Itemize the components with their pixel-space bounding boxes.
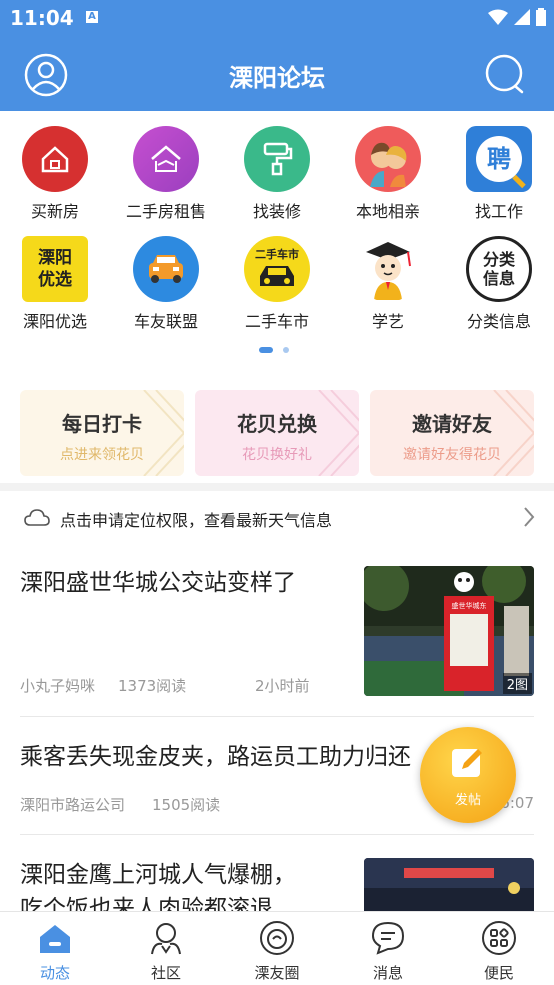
section-separator [0, 483, 554, 491]
bottom-tab-bar: 动态 社区 溧友圈 消息 便民 [0, 911, 554, 985]
grid-item-renovation[interactable]: 找装修 [222, 126, 332, 222]
grid-item-jobs[interactable]: 聘 找工作 [444, 126, 554, 222]
article-divider [20, 716, 534, 717]
daily-checkin-card[interactable]: 每日打卡 点进来领花贝 [20, 390, 184, 476]
article-thumbnail: 盛世华城东 2图 [364, 566, 534, 696]
invite-friends-card[interactable]: 邀请好友 邀请好友得花贝 [370, 390, 534, 476]
used-car-icon: 二手车市 [244, 236, 310, 302]
tab-dynamics[interactable]: 动态 [0, 912, 110, 985]
wifi-icon [488, 9, 508, 25]
edit-icon [452, 749, 482, 777]
article-title: 溧阳盛世华城公交站变样了 [20, 570, 296, 596]
handshake-house-icon [133, 126, 199, 192]
grid-item-label: 二手车市 [244, 312, 309, 331]
grid-pager [259, 347, 289, 353]
battery-icon [536, 8, 546, 26]
grid-item-dating[interactable]: 本地相亲 [333, 126, 443, 222]
signal-icon [514, 9, 530, 25]
grid-item-label: 找装修 [252, 202, 301, 221]
new-post-button[interactable]: 发帖 [420, 727, 516, 823]
pager-dot[interactable] [283, 347, 289, 353]
points-exchange-card[interactable]: 花贝兑换 花贝换好礼 [195, 390, 359, 476]
article-title: 溧阳金鹰上河城人气爆棚， [20, 862, 296, 888]
tab-label: 便民 [483, 964, 514, 982]
tab-community[interactable]: 社区 [111, 912, 221, 985]
home-icon [40, 925, 70, 953]
article-reads: 1373阅读 [118, 677, 187, 695]
grid-item-label: 分类信息 [466, 312, 531, 331]
status-bar: 11:04 A [0, 0, 554, 36]
house-icon [22, 126, 88, 192]
tab-label: 社区 [150, 964, 181, 982]
feature-cards: 每日打卡 点进来领花贝 花贝兑换 花贝换好礼 邀请好友 邀请好友得花贝 [20, 390, 554, 476]
system-icons [488, 8, 546, 26]
used-car-icon-text: 二手车市 [255, 248, 299, 261]
message-icon [371, 921, 405, 955]
article-thumbnail [364, 858, 534, 911]
grid-item-classifieds[interactable]: 分类信息 分类信息 [444, 236, 554, 332]
car-icon [133, 236, 199, 302]
paint-roller-icon [244, 126, 310, 192]
graduate-icon [355, 236, 421, 302]
grid-item-label: 买新房 [30, 202, 79, 221]
card-title: 每日打卡 [62, 412, 142, 436]
friends-circle-icon [260, 921, 294, 955]
tab-messages[interactable]: 消息 [333, 912, 443, 985]
article-item[interactable]: 溧阳金鹰上河城人气爆棚， 吃个饭也来人肉验都滚退 [20, 858, 534, 911]
card-subtitle: 点进来领花贝 [60, 447, 144, 463]
card-title: 花贝兑换 [237, 412, 317, 436]
services-icon [482, 921, 516, 955]
grid-item-label: 车友联盟 [133, 312, 198, 331]
article-title-line2: 吃个饭也来人肉验都滚退 [20, 896, 273, 911]
search-icon[interactable] [484, 53, 526, 95]
image-count-badge: 2图 [502, 673, 532, 694]
community-icon [151, 923, 181, 955]
grid-item-label: 溧阳优选 [22, 312, 87, 331]
grid-item-label: 找工作 [474, 202, 523, 221]
article-author: 小丸子妈咪 [20, 677, 96, 695]
grid-item-second-hand-house[interactable]: 二手房租售 [111, 126, 221, 222]
article-author: 溧阳市路运公司 [20, 796, 126, 814]
grid-item-label: 本地相亲 [355, 202, 420, 221]
grid-item-used-cars[interactable]: 二手车市 二手车市 [222, 236, 332, 332]
cloud-icon [24, 509, 50, 526]
article-reads: 1505阅读 [152, 796, 221, 814]
grid-item-car-club[interactable]: 车友联盟 [111, 236, 221, 332]
couple-icon [355, 126, 421, 192]
grid-item-label: 二手房租售 [125, 202, 206, 221]
recruit-icon: 聘 [466, 126, 532, 192]
notification-a-icon: A [86, 11, 98, 23]
liyang-select-icon: 溧阳优选 [22, 236, 88, 302]
new-post-label: 发帖 [454, 793, 481, 808]
tab-label: 消息 [372, 964, 403, 982]
article-divider [20, 834, 534, 835]
grid-item-liyang-select[interactable]: 溧阳优选 溧阳优选 [0, 236, 110, 332]
tab-label: 动态 [39, 964, 70, 982]
weather-row[interactable]: 点击申请定位权限，查看最新天气信息 [0, 491, 554, 543]
grid-item-learning[interactable]: 学艺 [333, 236, 443, 332]
grid-item-label: 学艺 [371, 312, 404, 331]
app-header: 溧阳论坛 [0, 36, 554, 111]
tab-services[interactable]: 便民 [444, 912, 554, 985]
card-subtitle: 花贝换好礼 [242, 447, 312, 463]
weather-text: 点击申请定位权限，查看最新天气信息 [60, 511, 333, 530]
pager-dot-active[interactable] [259, 347, 273, 353]
tab-label: 溧友圈 [254, 964, 300, 982]
grid-item-buy-house[interactable]: 买新房 [0, 126, 110, 222]
thumbnail-sign-text: 盛世华城东 [452, 601, 487, 610]
article-time: 2小时前 [255, 677, 310, 695]
classified-icon: 分类信息 [466, 236, 532, 302]
liyang-select-icon-text: 溧阳优选 [38, 248, 72, 290]
article-item[interactable]: 溧阳盛世华城公交站变样了 小丸子妈咪 1373阅读 2小时前 盛世华城东 2图 [20, 566, 534, 698]
card-subtitle: 邀请好友得花贝 [403, 447, 501, 463]
app-title: 溧阳论坛 [229, 64, 325, 92]
classified-icon-text: 分类信息 [482, 250, 515, 288]
tab-friends-circle[interactable]: 溧友圈 [222, 912, 332, 985]
status-time: 11:04 [10, 6, 74, 30]
card-title: 邀请好友 [412, 412, 492, 436]
chevron-right-icon [524, 507, 535, 527]
